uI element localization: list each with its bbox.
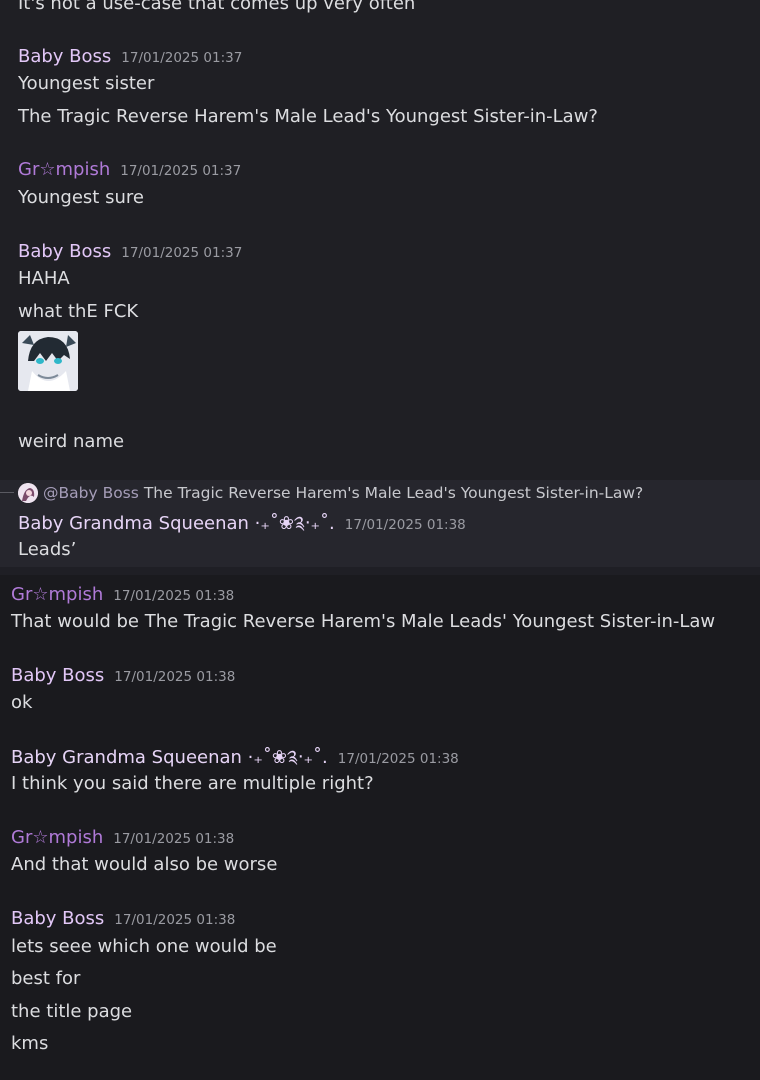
timestamp: 17/01/2025 01:38 <box>113 588 235 604</box>
timestamp: 17/01/2025 01:38 <box>114 912 236 928</box>
message-header: Gr☆mpish 17/01/2025 01:38 <box>11 583 234 607</box>
message-text: And that would also be worse <box>11 854 278 875</box>
sticker-image[interactable] <box>18 331 78 391</box>
message-text: weird name <box>18 431 125 452</box>
message-header: Baby Boss 17/01/2025 01:38 <box>11 664 235 688</box>
reply-reference[interactable]: @Baby Boss The Tragic Reverse Harem's Ma… <box>18 482 643 504</box>
divider <box>0 567 760 575</box>
username[interactable]: Baby Grandma Squeenan ·₊˚❀༉‧₊˚. <box>11 746 328 770</box>
message-text: I think you said there are multiple righ… <box>11 773 374 794</box>
message-text: best for <box>11 968 81 989</box>
message-text: the title page <box>11 1001 133 1022</box>
message-text: HAHA <box>18 268 70 289</box>
username[interactable]: Gr☆mpish <box>18 158 110 182</box>
message-text: kms <box>11 1033 49 1054</box>
sticker-image-icon <box>18 331 78 391</box>
username[interactable]: Baby Boss <box>11 664 104 688</box>
reply-text: The Tragic Reverse Harem's Male Lead's Y… <box>143 484 644 502</box>
timestamp: 17/01/2025 01:38 <box>113 831 235 847</box>
timestamp: 17/01/2025 01:38 <box>344 517 466 533</box>
user-avatar-icon <box>18 483 38 503</box>
username[interactable]: Baby Grandma Squeenan ·₊˚❀༉‧₊˚. <box>18 512 335 536</box>
reply-spine <box>0 492 14 493</box>
message-header: Baby Boss 17/01/2025 01:37 <box>18 45 242 69</box>
username[interactable]: Gr☆mpish <box>11 583 103 607</box>
username[interactable]: Baby Boss <box>18 240 111 264</box>
message-header: Baby Grandma Squeenan ·₊˚❀༉‧₊˚. 17/01/20… <box>18 512 466 536</box>
timestamp: 17/01/2025 01:37 <box>121 50 243 66</box>
timestamp: 17/01/2025 01:37 <box>120 163 242 179</box>
message-text: ok <box>11 692 33 713</box>
timestamp: 17/01/2025 01:38 <box>114 669 236 685</box>
message-header: Gr☆mpish 17/01/2025 01:38 <box>11 826 234 850</box>
username[interactable]: Baby Boss <box>11 907 104 931</box>
message-header: Baby Boss 17/01/2025 01:37 <box>18 240 242 264</box>
reply-mention[interactable]: @Baby Boss <box>43 484 139 502</box>
message-text: It's not a use-case that comes up very o… <box>18 0 416 14</box>
message-text: The Tragic Reverse Harem's Male Lead's Y… <box>18 106 598 127</box>
message-header: Gr☆mpish 17/01/2025 01:37 <box>18 158 241 182</box>
username[interactable]: Baby Boss <box>18 45 111 69</box>
timestamp: 17/01/2025 01:37 <box>121 245 243 261</box>
username[interactable]: Gr☆mpish <box>11 826 103 850</box>
message-text: what thE FCK <box>18 301 139 322</box>
message-text: lets seee which one would be <box>11 936 277 957</box>
message-text: Youngest sure <box>18 187 144 208</box>
message-text: Leads’ <box>18 539 77 560</box>
message-header: Baby Grandma Squeenan ·₊˚❀༉‧₊˚. 17/01/20… <box>11 746 459 770</box>
message-text: That would be The Tragic Reverse Harem's… <box>11 611 716 632</box>
timestamp: 17/01/2025 01:38 <box>337 751 459 767</box>
message-header: Baby Boss 17/01/2025 01:38 <box>11 907 235 931</box>
message-text: Youngest sister <box>18 73 155 94</box>
